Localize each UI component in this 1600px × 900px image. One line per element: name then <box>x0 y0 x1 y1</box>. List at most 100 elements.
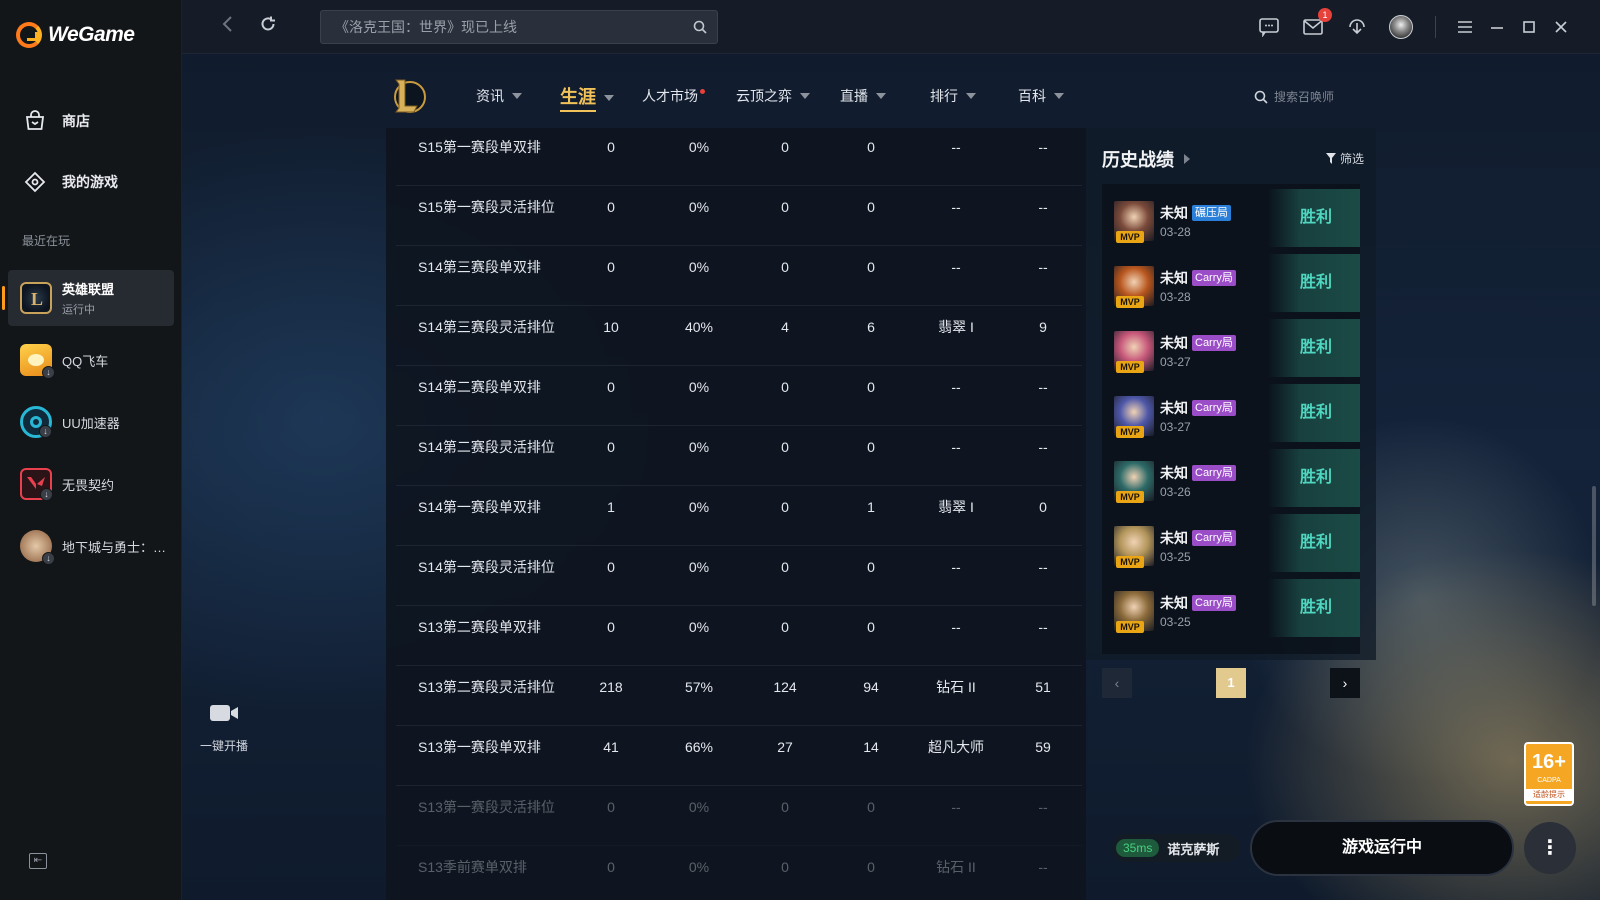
match-item[interactable]: MVP 未知 碾压局 03-28 胜利 <box>1102 189 1360 247</box>
table-cell: -- <box>951 259 961 275</box>
table-cell: -- <box>1038 259 1048 275</box>
match-list: MVP 未知 碾压局 03-28 胜利 MVP 未知 Carry局 03-28 胜利 MVP 未知 Ca… <box>1102 184 1360 654</box>
mail-icon[interactable]: 1 <box>1300 8 1332 40</box>
topbar-divider <box>1435 16 1436 38</box>
match-item[interactable]: MVP 未知 Carry局 03-27 胜利 <box>1102 319 1360 377</box>
table-cell: 0% <box>688 259 710 275</box>
table-row: S14第三赛段灵活排位 10 40% 4 6 翡翠 I 9 <box>396 306 1082 366</box>
broadcast-label: 一键开播 <box>199 739 248 753</box>
match-history-title-text: 历史战绩 <box>1102 150 1174 170</box>
game-name: UU加速器 <box>62 415 120 431</box>
match-history-title[interactable]: 历史战绩 <box>1102 146 1190 172</box>
page-number[interactable]: 1 <box>1216 668 1246 698</box>
recent-game-dnf[interactable]: ↓ 地下城与勇士：… <box>8 518 174 574</box>
table-cell: S14第一赛段单双排 <box>418 499 541 515</box>
download-icon: ↓ <box>42 366 55 379</box>
tab-label: 排行 <box>930 88 958 104</box>
minimize-icon[interactable] <box>1484 14 1510 40</box>
search-icon[interactable] <box>693 20 707 34</box>
match-player-name: 未知 <box>1160 530 1188 546</box>
back-icon[interactable] <box>216 15 240 39</box>
recent-game-lol[interactable]: L 英雄联盟 运行中 <box>2 270 174 326</box>
match-item[interactable]: MVP 未知 Carry局 03-26 胜利 <box>1102 449 1360 507</box>
tab-label: 人才市场 <box>642 88 698 104</box>
user-avatar[interactable] <box>1388 14 1414 40</box>
match-player-name: 未知 <box>1160 335 1188 351</box>
chevron-left-icon[interactable]: ‹ <box>1102 668 1132 698</box>
table-row: S14第二赛段单双排 0 0% 0 0 -- -- <box>396 366 1082 426</box>
global-search-input[interactable]: 《洛克王国：世界》现已上线 <box>320 10 718 44</box>
lol-icon: L <box>20 282 52 314</box>
mvp-badge: MVP <box>1116 426 1144 438</box>
table-cell: 9 <box>1039 319 1047 335</box>
match-player-name: 未知 <box>1160 205 1188 221</box>
table-cell: 51 <box>1035 679 1051 695</box>
match-date: 03-25 <box>1160 550 1191 564</box>
collapse-sidebar-icon[interactable]: ⇤ <box>29 853 47 869</box>
sidebar-item-my-games[interactable]: 我的游戏 <box>22 169 118 195</box>
match-player-name: 未知 <box>1160 595 1188 611</box>
refresh-icon[interactable] <box>256 15 280 39</box>
filter-button[interactable]: 筛选 <box>1326 150 1364 167</box>
tab-label: 直播 <box>840 88 868 104</box>
chevron-down-icon <box>512 93 522 99</box>
scrollbar[interactable] <box>1592 486 1596 606</box>
chevron-down-icon <box>876 93 886 99</box>
table-cell: 0 <box>867 859 875 875</box>
table-cell: 0% <box>688 619 710 635</box>
menu-icon[interactable] <box>1452 14 1478 40</box>
tab-wiki[interactable]: 百科 <box>1018 86 1064 106</box>
game-name: 英雄联盟 <box>62 282 115 297</box>
mvp-badge: MVP <box>1116 556 1144 568</box>
chat-icon[interactable] <box>1256 14 1282 40</box>
table-cell: 1 <box>607 499 615 515</box>
recent-game-qq-speed[interactable]: ↓ QQ飞车 <box>8 332 174 388</box>
table-cell: 0 <box>867 439 875 455</box>
tab-tft[interactable]: 云顶之弈 <box>736 86 810 106</box>
tab-label: 资讯 <box>476 88 504 104</box>
table-cell: 0 <box>867 379 875 395</box>
server-status[interactable]: 35ms 诺克萨斯 <box>1112 834 1240 862</box>
table-cell: S13第二赛段单双排 <box>418 619 541 635</box>
sidebar-item-shop[interactable]: 商店 <box>22 108 90 134</box>
close-icon[interactable] <box>1548 14 1574 40</box>
table-cell: 翡翠 I <box>938 319 974 335</box>
tab-career[interactable]: 生涯 <box>560 83 614 112</box>
table-row: S13第二赛段单双排 0 0% 0 0 -- -- <box>396 606 1082 666</box>
new-dot-badge <box>700 88 705 94</box>
recent-game-valorant[interactable]: ↓ 无畏契约 <box>8 456 174 512</box>
match-tag: Carry局 <box>1192 400 1236 416</box>
table-cell: 0 <box>781 379 789 395</box>
tab-ranking[interactable]: 排行 <box>930 86 976 106</box>
match-item[interactable]: MVP 未知 Carry局 03-28 胜利 <box>1102 254 1360 312</box>
table-cell: 0 <box>867 799 875 815</box>
match-item[interactable]: MVP 未知 Carry局 03-25 胜利 <box>1102 514 1360 572</box>
match-result: 胜利 <box>1268 514 1360 572</box>
sidebar-item-label: 我的游戏 <box>62 174 118 190</box>
tab-news[interactable]: 资讯 <box>476 86 522 106</box>
match-item[interactable]: MVP 未知 Carry局 03-27 胜利 <box>1102 384 1360 442</box>
table-cell: 钻石 II <box>936 679 976 695</box>
chevron-right-icon[interactable]: › <box>1330 668 1360 698</box>
wegame-logo[interactable]: WeGame <box>16 22 135 48</box>
tab-live[interactable]: 直播 <box>840 86 886 106</box>
one-click-broadcast-button[interactable]: 一键开播 <box>194 702 254 754</box>
match-player-name: 未知 <box>1160 465 1188 481</box>
download-manager-icon[interactable] <box>1344 14 1370 40</box>
age-rating-badge[interactable]: 16+ CADPA 适龄提示 <box>1524 742 1574 806</box>
summoner-search-input[interactable]: 搜索召唤师 <box>1254 88 1334 105</box>
table-row: S15第一赛段灵活排位 0 0% 0 0 -- -- <box>396 186 1082 246</box>
match-pager: ‹ 1 › <box>1086 668 1376 698</box>
match-item[interactable]: MVP 未知 Carry局 03-25 胜利 <box>1102 579 1360 637</box>
more-options-icon[interactable]: ⋮ <box>1524 822 1576 874</box>
tab-talent-market[interactable]: 人才市场 <box>642 86 705 106</box>
game-running-button[interactable]: 游戏运行中 <box>1250 820 1514 876</box>
table-cell: -- <box>951 559 961 575</box>
table-cell: S14第二赛段灵活排位 <box>418 439 555 455</box>
table-cell: S13第二赛段灵活排位 <box>418 679 555 695</box>
table-cell: -- <box>951 199 961 215</box>
table-cell: 0 <box>607 619 615 635</box>
lol-logo-icon[interactable] <box>390 76 426 116</box>
recent-game-uu[interactable]: ↓ UU加速器 <box>8 394 174 450</box>
maximize-icon[interactable] <box>1516 14 1542 40</box>
